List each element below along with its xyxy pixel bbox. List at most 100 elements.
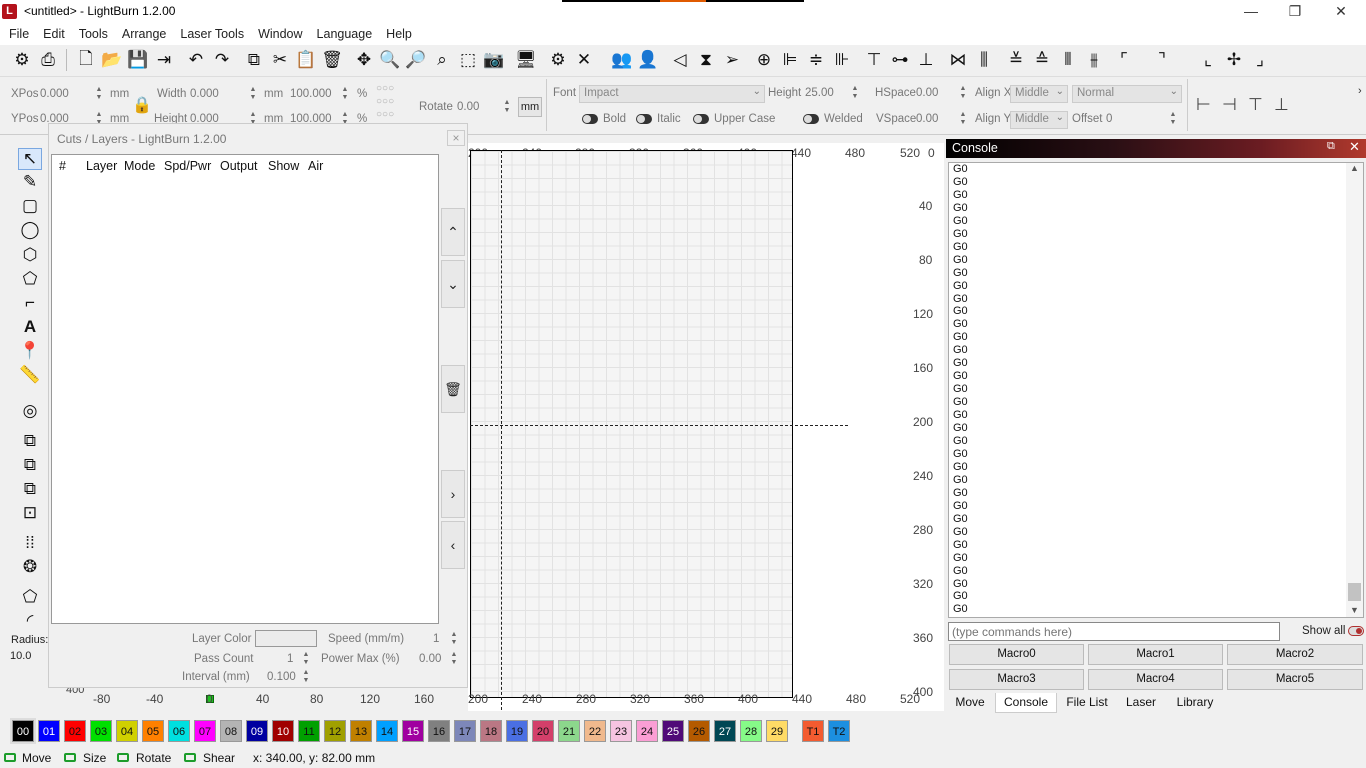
expand-panel-button[interactable]: › xyxy=(441,470,465,518)
layer-color-swatch[interactable] xyxy=(255,630,317,647)
menu-tools[interactable]: Tools xyxy=(72,27,115,41)
tab-library[interactable]: Library xyxy=(1170,693,1220,713)
fillet-tool-icon[interactable]: ◜ xyxy=(18,610,42,632)
delete-layer-button[interactable]: 🗑 xyxy=(441,365,465,413)
measure-tool-icon[interactable]: 📏 xyxy=(18,364,42,386)
rectangle-tool-icon[interactable]: ▢ xyxy=(18,195,42,217)
mirror-vertical-icon[interactable]: ⧗ xyxy=(694,48,718,72)
gears-icon[interactable]: ⚙ xyxy=(546,48,570,72)
palette-swatch-08[interactable]: 08 xyxy=(220,720,242,742)
move-layer-up-button[interactable]: ⌃ xyxy=(441,208,465,256)
macro3-button[interactable]: Macro3 xyxy=(949,669,1084,690)
open-folder-icon[interactable]: 📂 xyxy=(100,48,124,72)
text-path-align-bottom-icon[interactable]: ⊥ xyxy=(1274,95,1289,115)
font-select[interactable]: Impact ⌄ xyxy=(579,85,765,103)
text-height-spinner[interactable]: ▲ ▼ xyxy=(850,85,860,101)
offset-field[interactable]: 0 xyxy=(1106,113,1112,125)
move-toggle-icon[interactable] xyxy=(4,753,16,762)
align-left-icon[interactable]: ⊫ xyxy=(778,48,802,72)
text-path-align-top-icon[interactable]: ⊤ xyxy=(1248,95,1263,115)
camera-icon[interactable]: 📷 xyxy=(482,48,506,72)
wrench-icon[interactable]: ✕ xyxy=(572,48,596,72)
boolean-union-tool-icon[interactable]: ⧉ xyxy=(18,430,42,452)
welded-toggle[interactable] xyxy=(803,114,819,124)
boolean-subtract-tool-icon[interactable]: ⧉ xyxy=(18,454,42,476)
layers-column-spd-pwr[interactable]: Spd/Pwr xyxy=(164,159,211,173)
palette-swatch-25[interactable]: 25 xyxy=(662,720,684,742)
palette-swatch-07[interactable]: 07 xyxy=(194,720,216,742)
radius-field[interactable]: 10.0 xyxy=(10,650,31,662)
move-bottom-right-icon[interactable]: ⌟ xyxy=(1248,48,1272,72)
palette-swatch-20[interactable]: 20 xyxy=(532,720,554,742)
interval-spinner[interactable]: ▲ ▼ xyxy=(301,669,311,685)
align-middle-icon[interactable]: ⊶ xyxy=(888,48,912,72)
power-max-spinner[interactable]: ▲ ▼ xyxy=(449,651,459,667)
italic-toggle[interactable] xyxy=(636,114,652,124)
delete-icon[interactable]: 🗑 xyxy=(320,48,344,72)
layers-column-output[interactable]: Output xyxy=(220,159,258,173)
palette-swatch-06[interactable]: 06 xyxy=(168,720,190,742)
align-top-icon[interactable]: ⊤ xyxy=(862,48,886,72)
palette-swatch-05[interactable]: 05 xyxy=(142,720,164,742)
palette-swatch-00[interactable]: 00 xyxy=(10,718,36,744)
palette-swatch-27[interactable]: 27 xyxy=(714,720,736,742)
redo-icon[interactable]: ↷ xyxy=(210,48,234,72)
zoom-fit-icon[interactable]: ⌕ xyxy=(430,48,454,72)
save-icon[interactable]: 💾 xyxy=(126,48,150,72)
paste-icon[interactable]: 📋 xyxy=(294,48,318,72)
zoom-selection-icon[interactable]: ⬚ xyxy=(456,48,480,72)
bold-toggle[interactable] xyxy=(582,114,598,124)
layers-table[interactable]: # Layer Mode Spd/Pwr Output Show Air xyxy=(51,154,439,624)
palette-swatch-22[interactable]: 22 xyxy=(584,720,606,742)
align-x-select[interactable]: Middle ⌄ xyxy=(1010,85,1068,103)
palette-swatch-13[interactable]: 13 xyxy=(350,720,372,742)
export-icon[interactable]: ⇥ xyxy=(152,48,176,72)
weld-tool-icon[interactable]: ⊡ xyxy=(18,502,42,524)
printer-icon[interactable]: ⎙ xyxy=(36,48,60,72)
move-top-left-icon[interactable]: ⌜ xyxy=(1112,48,1136,72)
units-toggle-button[interactable]: mm xyxy=(518,97,542,117)
corner-tool-icon[interactable]: ⬠ xyxy=(18,586,42,608)
width-spinner[interactable]: ▲ ▼ xyxy=(248,86,258,102)
undo-icon[interactable]: ↶ xyxy=(184,48,208,72)
pass-count-field[interactable]: 1 xyxy=(287,653,293,665)
vspace-spinner[interactable]: ▲ ▼ xyxy=(958,111,968,127)
move-layer-down-button[interactable]: ⌄ xyxy=(441,260,465,308)
more-chevron-icon[interactable]: › xyxy=(1358,85,1362,97)
polygon-tool-icon[interactable]: ⬡ xyxy=(18,244,42,266)
console-command-input[interactable] xyxy=(948,622,1280,641)
text-height-field[interactable]: 25.00 xyxy=(805,87,834,99)
circular-array-tool-icon[interactable]: ❂ xyxy=(18,556,42,578)
palette-swatch-12[interactable]: 12 xyxy=(324,720,346,742)
rotate-toggle-icon[interactable] xyxy=(117,753,129,762)
align-y-select[interactable]: Middle ⌄ xyxy=(1010,111,1068,129)
scroll-down-icon[interactable]: ▼ xyxy=(1350,605,1359,615)
ellipse-tool-icon[interactable]: ◯ xyxy=(18,219,42,241)
text-tool-icon[interactable]: A xyxy=(18,316,42,338)
position-laser-tool-icon[interactable]: 📍 xyxy=(18,340,42,362)
palette-swatch-03[interactable]: 03 xyxy=(90,720,112,742)
select-tool-icon[interactable]: ↖ xyxy=(18,148,42,170)
grid-array-tool-icon[interactable]: ⁞⁞ xyxy=(18,532,42,554)
device-settings-icon[interactable]: ⚙ xyxy=(10,48,34,72)
palette-swatch-29[interactable]: 29 xyxy=(766,720,788,742)
shear-toggle-icon[interactable] xyxy=(184,753,196,762)
close-button[interactable]: ✕ xyxy=(1318,0,1364,23)
macro4-button[interactable]: Macro4 xyxy=(1088,669,1223,690)
draw-lines-tool-icon[interactable]: ✎ xyxy=(18,171,42,193)
palette-swatch-01[interactable]: 01 xyxy=(38,720,60,742)
layers-column-show[interactable]: Show xyxy=(268,159,299,173)
menu-file[interactable]: File xyxy=(2,27,36,41)
palette-swatch-24[interactable]: 24 xyxy=(636,720,658,742)
palette-swatch-19[interactable]: 19 xyxy=(506,720,528,742)
menu-edit[interactable]: Edit xyxy=(36,27,72,41)
hspace-field[interactable]: 0.00 xyxy=(916,87,938,99)
center-target-icon[interactable]: ⊕ xyxy=(752,48,776,72)
monitor-icon[interactable]: 🖥 xyxy=(514,48,538,72)
xpos-field[interactable]: 0.000 xyxy=(40,88,69,100)
palette-swatch-t1[interactable]: T1 xyxy=(802,720,824,742)
move-bottom-left-icon[interactable]: ⌞ xyxy=(1196,48,1220,72)
palette-swatch-21[interactable]: 21 xyxy=(558,720,580,742)
rotate-spinner[interactable]: ▲ ▼ xyxy=(502,99,512,115)
align-right-icon[interactable]: ⊪ xyxy=(830,48,854,72)
